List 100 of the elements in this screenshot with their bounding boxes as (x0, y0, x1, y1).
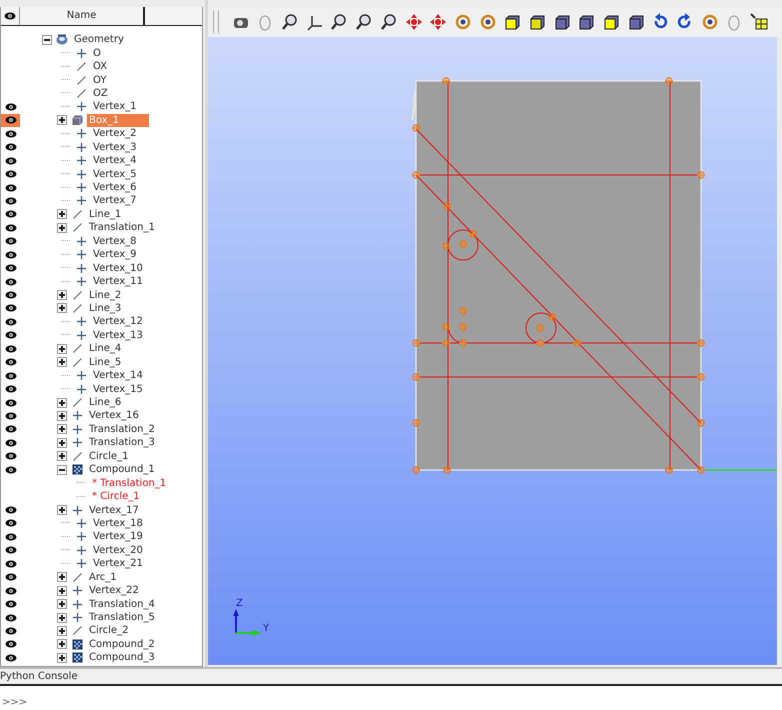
tree-item[interactable]: Vertex_12 (91, 315, 145, 328)
tree-item[interactable]: Line_5 (87, 356, 124, 369)
tree-item[interactable]: Vertex_22 (87, 584, 141, 598)
tree-item[interactable]: Vertex_18 (91, 516, 145, 530)
table-icon[interactable] (750, 13, 768, 31)
tree-item[interactable]: O (91, 46, 103, 60)
tree-item[interactable]: Vertex_3 (91, 140, 139, 154)
tree-item[interactable]: Vertex_15 (91, 382, 145, 396)
expand-toggle-icon[interactable] (57, 505, 67, 516)
tree-item[interactable]: Translation_2 (87, 422, 157, 436)
eye-icon[interactable] (4, 143, 16, 152)
eye-icon[interactable] (4, 210, 16, 218)
eye-icon[interactable] (4, 184, 16, 192)
eye-icon[interactable] (4, 573, 16, 582)
expand-toggle-icon[interactable] (57, 612, 67, 623)
eye-icon[interactable] (4, 170, 16, 178)
collapse-toggle-icon[interactable] (57, 464, 67, 475)
tree-item[interactable]: Translation_1 (87, 221, 157, 234)
trihedron-icon[interactable] (306, 13, 324, 31)
tree-item[interactable]: Vertex_4 (91, 154, 139, 168)
eye-icon[interactable] (4, 640, 16, 648)
expand-toggle-icon[interactable] (57, 344, 67, 354)
tree-item[interactable]: Vertex_19 (91, 530, 145, 544)
tree-item[interactable]: * Translation_1 (90, 476, 168, 490)
eye-icon[interactable] (4, 12, 16, 20)
tree-item[interactable]: Vertex_1 (91, 100, 139, 114)
tree-item[interactable]: Arc_1 (87, 570, 119, 584)
tree-item[interactable]: * Circle_1 (90, 490, 142, 504)
tree-item[interactable]: Translation_4 (87, 598, 157, 611)
eye-icon[interactable] (4, 331, 16, 340)
cube-icon[interactable] (626, 13, 645, 31)
tree-item[interactable]: Vertex_16 (87, 409, 141, 422)
tree-item[interactable]: Vertex_14 (91, 369, 145, 382)
tree-item[interactable]: Circle_1 (87, 450, 130, 463)
eye-icon[interactable] (4, 385, 16, 394)
eye-icon[interactable] (4, 264, 16, 272)
tree-item[interactable]: Compound_3 (87, 651, 157, 664)
expand-toggle-icon[interactable] (57, 639, 67, 650)
tree-item[interactable]: Line_3 (87, 302, 124, 315)
expand-toggle-icon[interactable] (57, 572, 67, 582)
eye-icon[interactable] (4, 372, 16, 380)
eye-icon[interactable] (4, 318, 16, 326)
cube-icon[interactable] (528, 13, 546, 31)
expand-toggle-icon[interactable] (57, 209, 67, 220)
eye-icon[interactable] (4, 600, 16, 608)
expand-toggle-icon[interactable] (57, 451, 67, 462)
eye-icon[interactable] (4, 278, 16, 286)
expand-toggle-icon[interactable] (57, 222, 67, 233)
eye-icon[interactable] (4, 452, 16, 460)
eye-icon[interactable] (4, 586, 16, 595)
expand-toggle-icon[interactable] (57, 410, 67, 421)
zoom-area-icon[interactable] (281, 13, 300, 31)
cube-icon[interactable] (577, 13, 596, 31)
tree-item[interactable]: Compound_2 (87, 638, 157, 651)
cube-icon[interactable] (503, 13, 522, 31)
eye-icon[interactable] (4, 412, 16, 420)
expand-toggle-icon[interactable] (57, 438, 67, 448)
tree-item[interactable]: Translation_3 (87, 436, 157, 450)
eye-icon[interactable] (4, 224, 16, 232)
eye-icon[interactable] (4, 654, 16, 662)
global-pan-icon[interactable] (429, 13, 448, 31)
tree-item[interactable]: Vertex_11 (91, 275, 145, 288)
expand-toggle-icon[interactable] (57, 586, 67, 596)
eye-icon[interactable] (4, 425, 16, 434)
expand-toggle-icon[interactable] (57, 290, 67, 300)
tree-item[interactable]: Translation_5 (87, 611, 157, 624)
eye-icon[interactable] (4, 237, 16, 246)
tree-item[interactable]: Vertex_17 (87, 504, 141, 517)
eye-icon[interactable] (4, 344, 16, 353)
expand-toggle-icon[interactable] (57, 652, 67, 663)
eye-icon[interactable] (4, 196, 16, 205)
expand-toggle-icon[interactable] (57, 398, 67, 408)
eye-icon[interactable] (4, 291, 16, 300)
zoom-in-icon[interactable] (380, 13, 398, 31)
tree-item[interactable]: Compound_1 (87, 463, 157, 476)
tree-item[interactable]: Vertex_21 (91, 557, 145, 570)
zoom-icon[interactable] (330, 13, 348, 31)
eye-icon[interactable] (4, 130, 16, 138)
expand-toggle-icon[interactable] (57, 626, 67, 636)
cube-icon[interactable] (602, 13, 620, 31)
eye-icon[interactable] (4, 546, 16, 554)
eye-icon[interactable] (4, 438, 16, 447)
tree-item[interactable]: Line_4 (87, 342, 124, 356)
expand-toggle-icon[interactable] (57, 115, 67, 126)
eye-icon[interactable] (4, 102, 16, 111)
eye-icon[interactable] (4, 626, 16, 635)
tree-item[interactable]: Circle_2 (87, 624, 130, 638)
eye-icon[interactable] (4, 398, 16, 407)
python-console[interactable]: >>> (0, 686, 782, 710)
tree-item[interactable]: OY (91, 74, 108, 87)
tree-item[interactable]: Line_6 (87, 396, 124, 410)
expand-toggle-icon[interactable] (57, 303, 67, 314)
eye-icon[interactable] (4, 560, 16, 568)
eye-icon[interactable] (4, 532, 16, 541)
tree-item[interactable]: Vertex_13 (91, 328, 145, 342)
eye-icon[interactable] (4, 116, 16, 124)
eye-icon[interactable] (4, 358, 16, 366)
eye-icon[interactable] (4, 304, 16, 312)
tree-item[interactable]: Line_1 (87, 208, 124, 221)
tree-item[interactable]: Vertex_9 (91, 248, 139, 262)
